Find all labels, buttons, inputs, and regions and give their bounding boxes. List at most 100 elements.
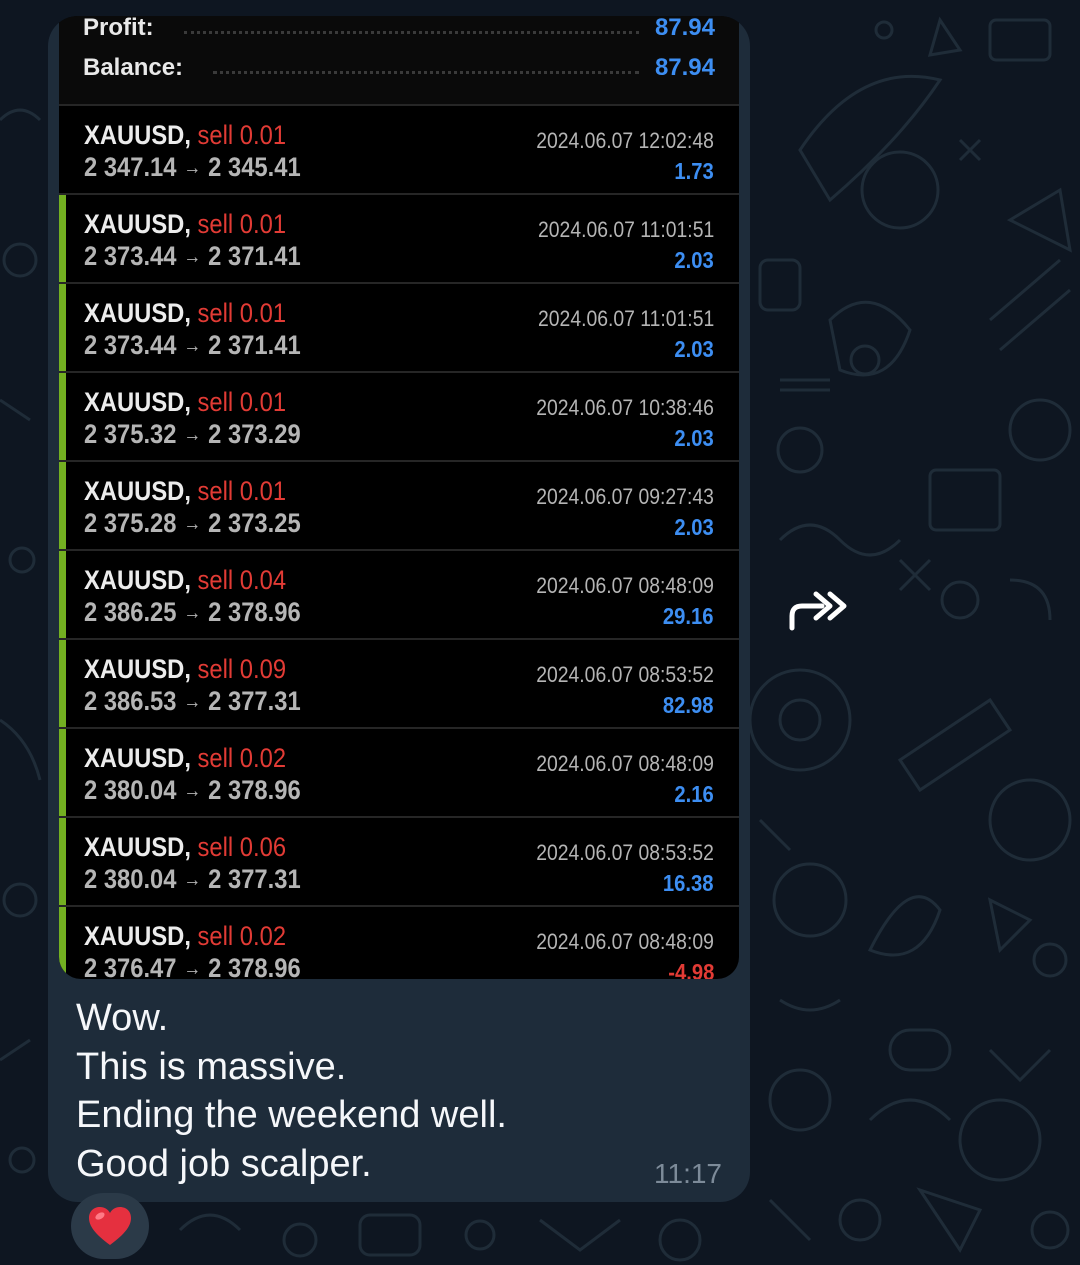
trade-profit: 1.73 xyxy=(674,158,714,184)
trade-marker-bar xyxy=(59,284,66,371)
trade-side: sell 0.01 xyxy=(197,209,287,239)
open-price: 2 386.53 xyxy=(84,686,177,716)
arrow-right-icon: → xyxy=(183,513,202,535)
trade-time: 2024.06.07 08:48:09 xyxy=(536,573,714,598)
close-price: 2 373.25 xyxy=(208,508,301,538)
trade-prices: 2 380.04 → 2 377.31 xyxy=(84,864,301,895)
trade-marker-bar xyxy=(59,907,66,979)
trade-title: XAUUSD, sell 0.01 xyxy=(84,298,286,329)
trade-prices: 2 386.25 → 2 378.96 xyxy=(84,597,301,628)
open-price: 2 347.14 xyxy=(84,152,177,182)
trade-row: XAUUSD, sell 0.01 2 373.44 → 2 371.41 2024… xyxy=(59,195,739,284)
trade-time: 2024.06.07 08:48:09 xyxy=(536,929,714,954)
trade-marker-bar xyxy=(59,373,66,460)
trade-time: 2024.06.07 08:53:52 xyxy=(536,662,714,687)
open-price: 2 380.04 xyxy=(84,864,177,894)
trade-symbol: XAUUSD, xyxy=(84,921,191,951)
trade-row: XAUUSD, sell 0.04 2 386.25 → 2 378.96 2024… xyxy=(59,551,739,640)
close-price: 2 371.41 xyxy=(208,330,301,360)
trade-title: XAUUSD, sell 0.06 xyxy=(84,832,286,863)
trade-side: sell 0.02 xyxy=(197,743,287,773)
trade-side: sell 0.01 xyxy=(197,120,287,150)
message-line: Wow. xyxy=(76,997,169,1039)
trade-prices: 2 386.53 → 2 377.31 xyxy=(84,686,301,717)
arrow-right-icon: → xyxy=(183,958,202,979)
balance-row: Balance: 87.94 xyxy=(83,48,715,88)
close-price: 2 345.41 xyxy=(208,152,301,182)
message-line: Ending the weekend well. xyxy=(76,1094,507,1136)
open-price: 2 375.28 xyxy=(84,508,177,538)
trade-prices: 2 376.47 → 2 378.96 xyxy=(84,953,301,979)
trade-row: XAUUSD, sell 0.01 2 375.32 → 2 373.29 2024… xyxy=(59,373,739,462)
trade-history-screenshot[interactable]: Profit: 87.94 Balance: 87.94 XAUUSD, sel… xyxy=(59,16,739,979)
trade-time: 2024.06.07 08:53:52 xyxy=(536,840,714,865)
trade-prices: 2 380.04 → 2 378.96 xyxy=(84,775,301,806)
account-summary: Profit: 87.94 Balance: 87.94 xyxy=(59,16,739,106)
trade-title: XAUUSD, sell 0.02 xyxy=(84,743,286,774)
dotted-leader xyxy=(183,30,639,34)
profit-label: Profit: xyxy=(83,16,154,41)
trade-profit: 2.03 xyxy=(674,514,714,540)
message-line: Good job scalper. xyxy=(76,1142,372,1185)
trade-symbol: XAUUSD, xyxy=(84,565,191,595)
message-line: This is massive. xyxy=(76,1045,347,1088)
trade-symbol: XAUUSD, xyxy=(84,832,191,862)
arrow-right-icon: → xyxy=(183,335,202,357)
trade-row: XAUUSD, sell 0.02 2 380.04 → 2 378.96 2024… xyxy=(59,729,739,818)
trade-marker-bar xyxy=(59,551,66,638)
trade-title: XAUUSD, sell 0.01 xyxy=(84,476,286,507)
message-text: Wow. This is massive. Ending the weekend… xyxy=(76,994,676,1188)
trade-symbol: XAUUSD, xyxy=(84,298,191,328)
trade-symbol: XAUUSD, xyxy=(84,654,191,684)
arrow-right-icon: → xyxy=(183,691,202,713)
trade-title: XAUUSD, sell 0.01 xyxy=(84,387,286,418)
close-price: 2 377.31 xyxy=(208,864,301,894)
arrow-right-icon: → xyxy=(183,246,202,268)
trade-row: XAUUSD, sell 0.09 2 386.53 → 2 377.31 2024… xyxy=(59,640,739,729)
close-price: 2 378.96 xyxy=(208,775,301,805)
trade-row: XAUUSD, sell 0.01 2 375.28 → 2 373.25 2024… xyxy=(59,462,739,551)
trade-list: XAUUSD, sell 0.01 2 347.14 → 2 345.41 2024… xyxy=(59,106,739,979)
close-price: 2 371.41 xyxy=(208,241,301,271)
trade-symbol: XAUUSD, xyxy=(84,209,191,239)
profit-row: Profit: 87.94 xyxy=(83,16,715,48)
balance-value: 87.94 xyxy=(654,54,715,81)
open-price: 2 373.44 xyxy=(84,241,177,271)
trade-symbol: XAUUSD, xyxy=(84,120,191,150)
heart-icon xyxy=(89,1207,131,1245)
arrow-right-icon: → xyxy=(183,602,202,624)
close-price: 2 377.31 xyxy=(208,686,301,716)
trade-profit: 2.16 xyxy=(674,781,714,807)
trade-side: sell 0.02 xyxy=(197,921,287,951)
trade-marker-bar xyxy=(59,195,66,282)
dotted-leader xyxy=(213,70,639,74)
profit-value: 87.94 xyxy=(654,16,715,41)
trade-side: sell 0.09 xyxy=(197,654,287,684)
trade-side: sell 0.01 xyxy=(197,298,287,328)
trade-row: XAUUSD, sell 0.01 2 373.44 → 2 371.41 2024… xyxy=(59,284,739,373)
trade-title: XAUUSD, sell 0.01 xyxy=(84,120,286,151)
trade-time: 2024.06.07 10:38:46 xyxy=(536,395,714,420)
trade-time: 2024.06.07 09:27:43 xyxy=(536,484,714,509)
open-price: 2 373.44 xyxy=(84,330,177,360)
trade-profit: 2.03 xyxy=(674,247,714,273)
trade-row: XAUUSD, sell 0.02 2 376.47 → 2 378.96 2024… xyxy=(59,907,739,979)
forward-button[interactable] xyxy=(782,580,852,640)
close-price: 2 378.96 xyxy=(208,597,301,627)
trade-symbol: XAUUSD, xyxy=(84,743,191,773)
arrow-right-icon: → xyxy=(183,780,202,802)
trade-prices: 2 375.32 → 2 373.29 xyxy=(84,419,301,450)
close-price: 2 378.96 xyxy=(208,953,301,979)
trade-profit: 29.16 xyxy=(663,603,714,629)
trade-time: 2024.06.07 08:48:09 xyxy=(536,751,714,776)
trade-profit: 16.38 xyxy=(663,870,714,896)
message-timestamp: 11:17 xyxy=(654,1158,722,1189)
reaction-chip[interactable] xyxy=(71,1193,149,1259)
trade-side: sell 0.01 xyxy=(197,476,287,506)
trade-prices: 2 373.44 → 2 371.41 xyxy=(84,330,301,361)
arrow-right-icon: → xyxy=(183,424,202,446)
trade-marker-bar xyxy=(59,106,66,193)
trade-time: 2024.06.07 11:01:51 xyxy=(537,217,714,242)
trade-title: XAUUSD, sell 0.02 xyxy=(84,921,286,952)
message-bubble[interactable]: Profit: 87.94 Balance: 87.94 XAUUSD, sel… xyxy=(48,16,750,1202)
